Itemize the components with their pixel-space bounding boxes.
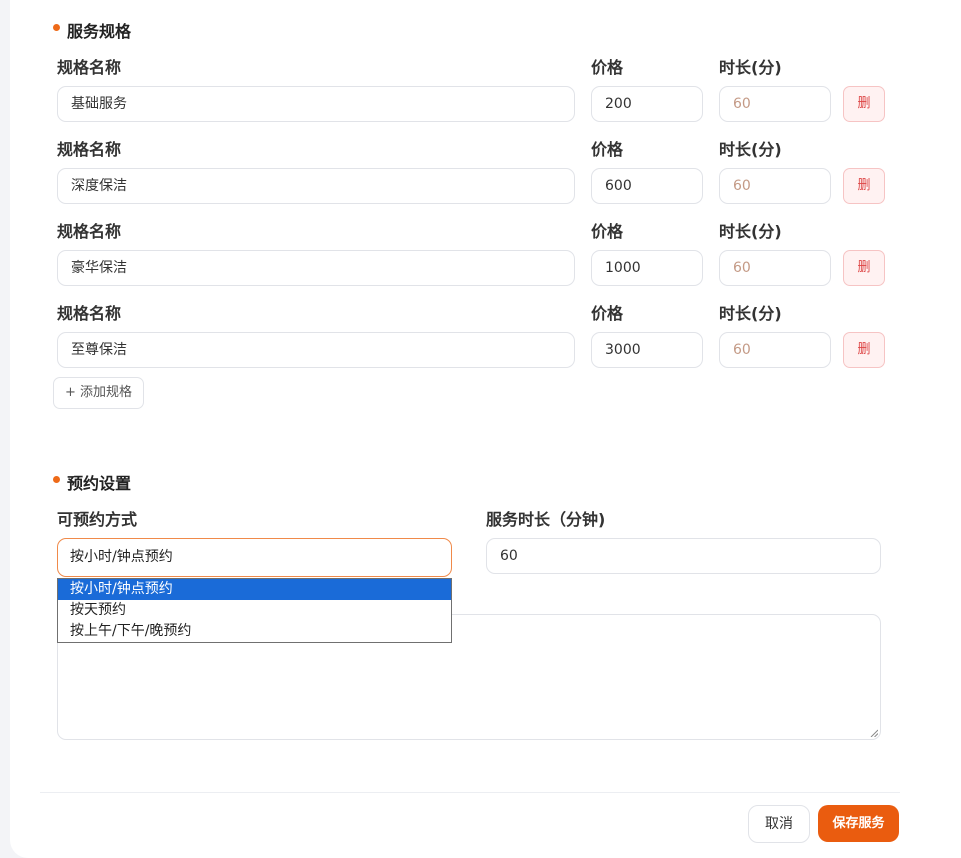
cancel-button[interactable]: 取消 bbox=[748, 805, 810, 843]
add-spec-button[interactable]: + 添加规格 bbox=[53, 377, 144, 409]
spec-duration-label: 时长(分) bbox=[719, 58, 782, 77]
spec-duration-label: 时长(分) bbox=[719, 222, 782, 241]
spec-price-label: 价格 bbox=[591, 58, 624, 77]
section-bullet-icon bbox=[53, 24, 60, 31]
spec-name-label: 规格名称 bbox=[57, 58, 122, 77]
dropdown-option[interactable]: 按上午/下午/晚预约 bbox=[58, 621, 451, 642]
spec-duration-input[interactable]: 60 bbox=[719, 250, 831, 286]
section-bullet-icon bbox=[53, 476, 60, 483]
service-duration-input[interactable]: 60 bbox=[486, 538, 881, 574]
spec-duration-label: 时长(分) bbox=[719, 140, 782, 159]
spec-duration-input[interactable]: 60 bbox=[719, 168, 831, 204]
spec-price-label: 价格 bbox=[591, 140, 624, 159]
booking-method-dropdown: 按小时/钟点预约 按天预约 按上午/下午/晚预约 bbox=[57, 578, 452, 643]
service-duration-label: 服务时长（分钟) bbox=[486, 510, 606, 529]
resize-handle-icon[interactable] bbox=[870, 729, 878, 737]
save-service-button[interactable]: 保存服务 bbox=[818, 805, 899, 842]
spec-duration-input[interactable]: 60 bbox=[719, 86, 831, 122]
spec-duration-input[interactable]: 60 bbox=[719, 332, 831, 368]
delete-spec-button[interactable]: 删 bbox=[843, 86, 885, 122]
spec-price-input[interactable]: 1000 bbox=[591, 250, 703, 286]
spec-section-title: 服务规格 bbox=[67, 22, 132, 41]
spec-duration-label: 时长(分) bbox=[719, 304, 782, 323]
delete-spec-button[interactable]: 删 bbox=[843, 168, 885, 204]
spec-price-input[interactable]: 3000 bbox=[591, 332, 703, 368]
spec-name-input[interactable]: 深度保洁 bbox=[57, 168, 575, 204]
spec-name-input[interactable]: 基础服务 bbox=[57, 86, 575, 122]
dropdown-option[interactable]: 按小时/钟点预约 bbox=[58, 579, 451, 600]
booking-method-label: 可预约方式 bbox=[57, 510, 138, 529]
spec-name-input[interactable]: 豪华保洁 bbox=[57, 250, 575, 286]
spec-name-label: 规格名称 bbox=[57, 140, 122, 159]
booking-section-title: 预约设置 bbox=[67, 474, 132, 493]
spec-name-input[interactable]: 至尊保洁 bbox=[57, 332, 575, 368]
spec-name-label: 规格名称 bbox=[57, 304, 122, 323]
spec-price-input[interactable]: 600 bbox=[591, 168, 703, 204]
booking-method-select[interactable]: 按小时/钟点预约 bbox=[57, 538, 452, 577]
spec-price-input[interactable]: 200 bbox=[591, 86, 703, 122]
delete-spec-button[interactable]: 删 bbox=[843, 250, 885, 286]
spec-price-label: 价格 bbox=[591, 222, 624, 241]
footer-divider bbox=[40, 792, 900, 793]
delete-spec-button[interactable]: 删 bbox=[843, 332, 885, 368]
spec-price-label: 价格 bbox=[591, 304, 624, 323]
spec-name-label: 规格名称 bbox=[57, 222, 122, 241]
dropdown-option[interactable]: 按天预约 bbox=[58, 600, 451, 621]
